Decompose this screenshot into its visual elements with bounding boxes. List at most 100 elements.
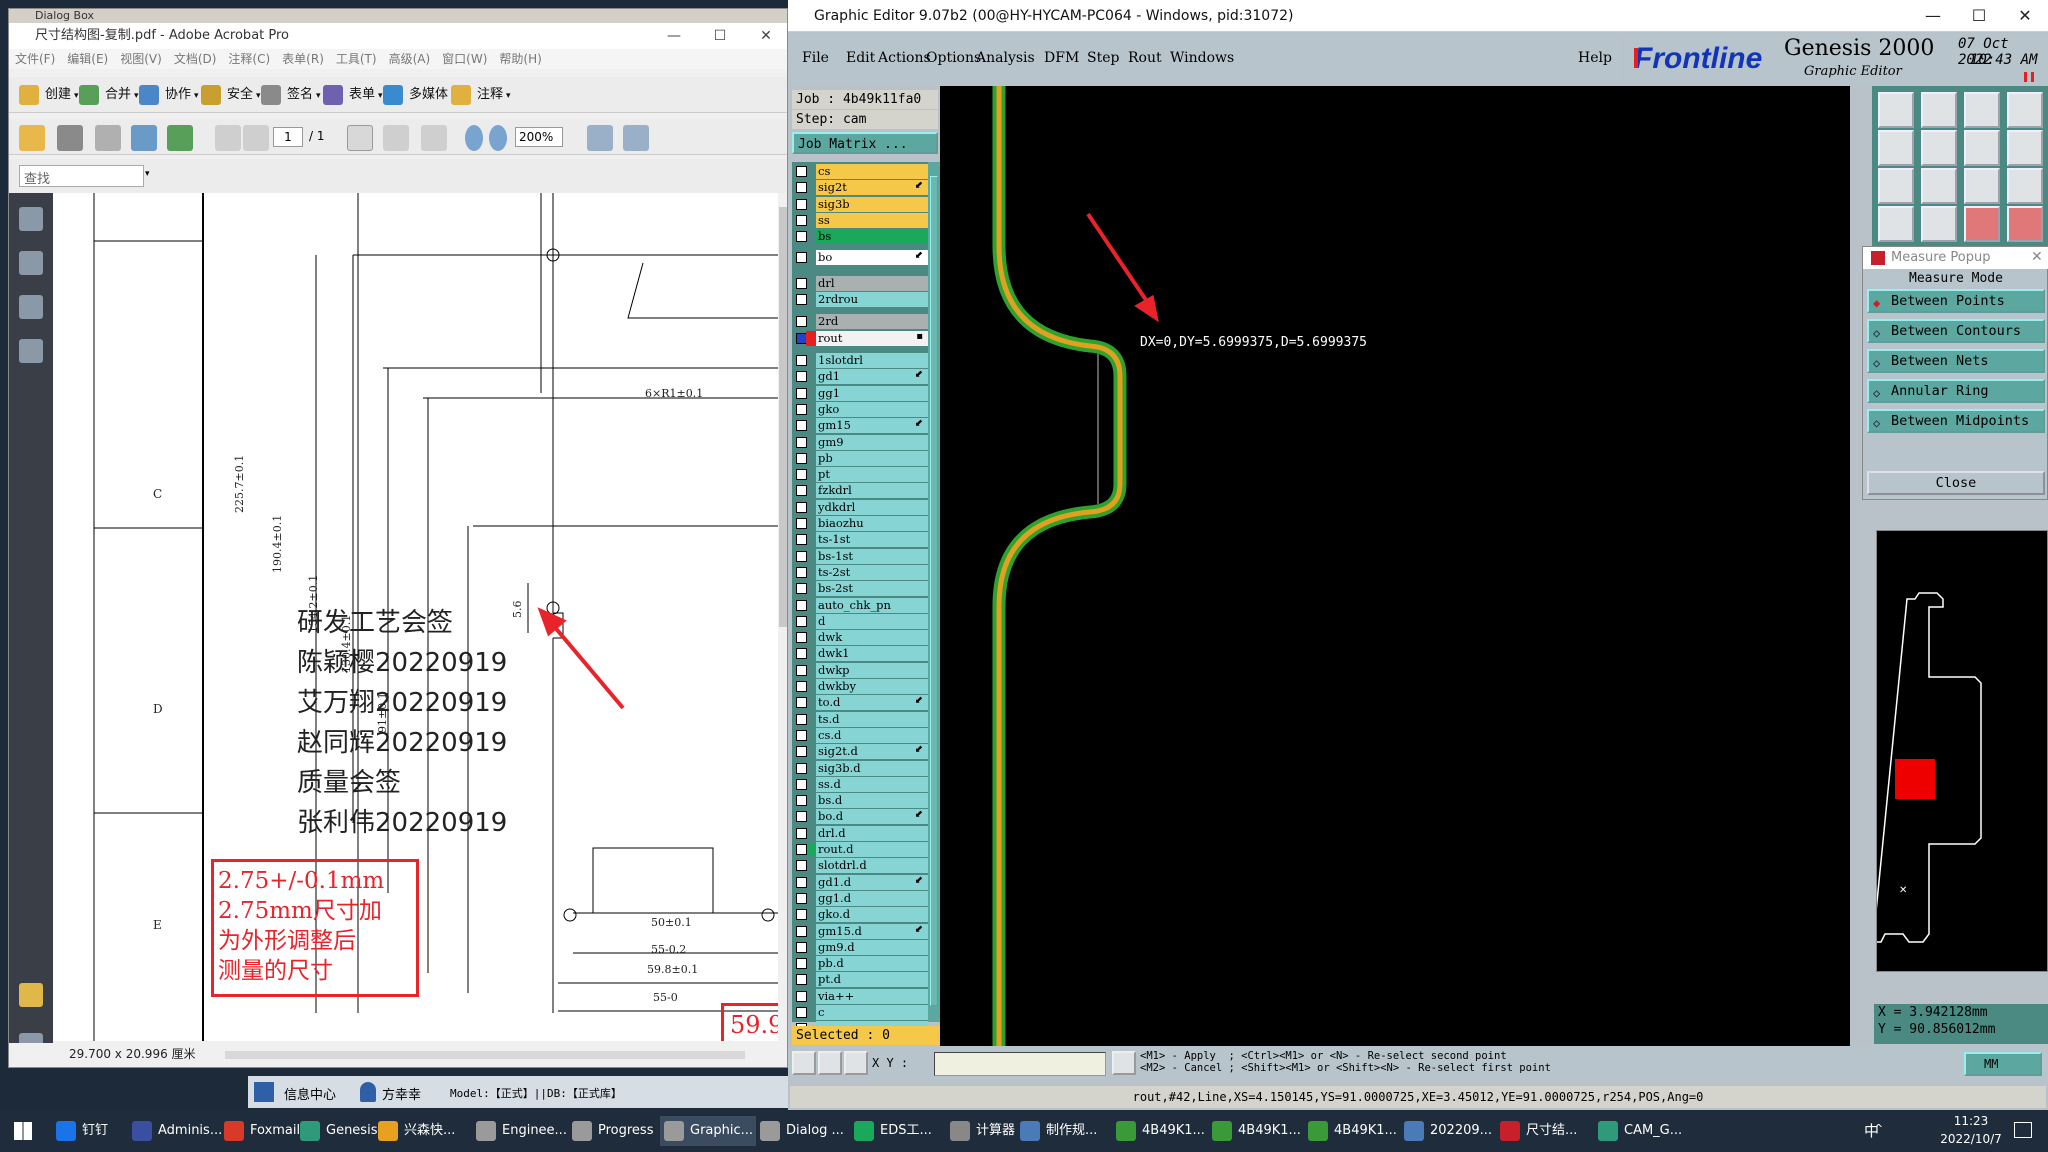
red-annotation-box[interactable]: 2.75+/-0.1mm 2.75mm尺寸加 为外形调整后 测量的尺寸	[211, 859, 419, 997]
layer-row-gm15[interactable]: gm15 ⬋	[792, 418, 928, 434]
toolbar-2-button[interactable]: 协作 ▾	[137, 83, 199, 107]
menu-item-6[interactable]: 工具(T)	[336, 52, 377, 66]
angle-icon[interactable]	[818, 1051, 842, 1075]
layer-checkbox[interactable]	[796, 566, 807, 578]
menu-item-7[interactable]: 高级(A)	[389, 52, 431, 66]
toolbar-7-button[interactable]: 注释 ▾	[449, 83, 511, 107]
rotate-icon[interactable]	[1878, 206, 1914, 242]
zoom-out-icon[interactable]	[465, 125, 483, 151]
zoom-back-icon[interactable]	[1964, 130, 2000, 166]
menu-item-2[interactable]: 视图(V)	[120, 52, 162, 66]
graphic-canvas[interactable]: DX=0,DY=5.6999375,D=5.6999375	[940, 86, 1850, 1046]
layer-checkbox[interactable]	[796, 371, 807, 383]
layer-row-drl[interactable]: drl	[792, 275, 928, 291]
taskbar-item-12[interactable]: 4B49K1...	[1112, 1116, 1208, 1146]
signatures-icon[interactable]	[19, 339, 43, 363]
layer-checkbox[interactable]	[796, 387, 807, 399]
layer-row-via++[interactable]: via++	[792, 988, 928, 1004]
layer-checkbox[interactable]	[796, 294, 807, 306]
taskbar-item-0[interactable]: 钉钉	[52, 1116, 128, 1146]
maximize-button[interactable]: ☐	[1956, 0, 2002, 32]
layer-row-ydkdrl[interactable]: ydkdrl	[792, 499, 928, 515]
comments-icon[interactable]	[19, 983, 43, 1007]
taskbar-item-7[interactable]: Graphic...	[660, 1116, 756, 1146]
menu-item-0[interactable]: 文件(F)	[15, 52, 55, 66]
open-icon[interactable]	[19, 125, 45, 151]
layer-row-slotdrl.d[interactable]: slotdrl.d	[792, 858, 928, 874]
inspect-icon[interactable]	[2007, 206, 2043, 242]
pause-icon[interactable]	[2024, 72, 2034, 82]
layer-row-cs.d[interactable]: cs.d	[792, 727, 928, 743]
fit-profile-icon[interactable]	[1878, 168, 1914, 204]
taskbar-item-10[interactable]: 计算器	[946, 1116, 1016, 1146]
layer-checkbox[interactable]	[796, 251, 807, 263]
layer-row-gm9.d[interactable]: gm9.d	[792, 939, 928, 955]
layer-checkbox[interactable]	[796, 198, 807, 210]
measure-tool-icon[interactable]	[1964, 206, 2000, 242]
taskbar-item-9[interactable]: EDS工...	[850, 1116, 946, 1146]
layer-checkbox[interactable]	[796, 316, 807, 328]
toolbar-4-button[interactable]: 签名 ▾	[259, 83, 321, 107]
pan-left-icon[interactable]	[1878, 130, 1914, 166]
menu-item-9[interactable]: 帮助(H)	[499, 52, 541, 66]
pan-right-icon[interactable]	[1921, 130, 1957, 166]
taskbar-item-8[interactable]: Dialog ...	[756, 1116, 850, 1146]
layer-checkbox[interactable]	[796, 214, 807, 226]
menu-item-3[interactable]: 文档(D)	[174, 52, 217, 66]
maximize-button[interactable]: ☐	[697, 23, 743, 49]
menu-item-8[interactable]: 窗口(W)	[442, 52, 487, 66]
measure-option-2[interactable]: ◇ Between Nets	[1867, 349, 2045, 373]
layer-checkbox[interactable]	[796, 892, 807, 904]
layer-checkbox[interactable]	[796, 420, 807, 432]
taskbar-item-16[interactable]: 尺寸结...	[1496, 1116, 1594, 1146]
taskbar-item-13[interactable]: 4B49K1...	[1208, 1116, 1304, 1146]
clock-time[interactable]: 11:23	[1932, 1114, 2010, 1128]
layer-row-ts.d[interactable]: ts.d	[792, 711, 928, 727]
layer-row-gd1[interactable]: gd1 ⬋	[792, 369, 928, 385]
measure-close-button[interactable]: Close	[1867, 471, 2045, 495]
layer-checkbox[interactable]	[796, 713, 807, 725]
zoom-input[interactable]: 200%	[515, 127, 563, 147]
layer-row-bs[interactable]: bs	[792, 229, 928, 245]
layer-checkbox[interactable]	[796, 403, 807, 415]
layer-row-cs[interactable]: cs	[792, 164, 928, 179]
layer-checkbox[interactable]	[796, 355, 807, 366]
bookmarks-icon[interactable]	[19, 251, 43, 275]
ime-indicator[interactable]: 中	[1864, 1120, 1879, 1141]
layer-row-gg1[interactable]: gg1	[792, 385, 928, 401]
layer-row-drl.d[interactable]: drl.d	[792, 825, 928, 841]
menu-step[interactable]: Step	[1087, 50, 1119, 66]
layer-checkbox[interactable]	[796, 909, 807, 921]
measure-option-3[interactable]: ◇ Annular Ring	[1867, 379, 2045, 403]
menu-actions[interactable]: Actions	[878, 50, 931, 66]
layer-checkbox[interactable]	[796, 182, 807, 194]
taskbar-item-2[interactable]: Foxmail	[220, 1116, 300, 1146]
layer-checkbox[interactable]	[796, 550, 807, 562]
menu-dfm[interactable]: DFM	[1044, 50, 1079, 66]
page-number-input[interactable]: 1	[273, 127, 303, 147]
taskbar-item-3[interactable]: Genesis	[296, 1116, 377, 1146]
layer-checkbox[interactable]	[796, 746, 807, 758]
zoom-in-tool-icon[interactable]	[1921, 92, 1957, 128]
menu-item-5[interactable]: 表单(R)	[282, 52, 324, 66]
layer-row-2rdrou[interactable]: 2rdrou	[792, 292, 928, 308]
measure-option-1[interactable]: ◇ Between Contours	[1867, 319, 2045, 343]
layer-checkbox[interactable]	[796, 681, 807, 692]
red-value-box[interactable]: 59.9	[721, 1003, 778, 1041]
layer-row-pb[interactable]: pb	[792, 450, 928, 466]
layer-row-rout[interactable]: rout ▪	[792, 330, 928, 346]
taskbar-item-5[interactable]: Enginee...	[472, 1116, 568, 1146]
pages-icon[interactable]	[19, 207, 43, 231]
layer-row-pt[interactable]: pt	[792, 467, 928, 483]
zoom-in-icon[interactable]	[489, 125, 507, 151]
layer-row-gm15.d[interactable]: gm15.d ⬋	[792, 923, 928, 939]
find-dropdown-icon[interactable]: ▾	[145, 169, 150, 179]
menu-help[interactable]: Help	[1578, 50, 1612, 66]
layer-row-biaozhu[interactable]: biaozhu	[792, 516, 928, 531]
layer-row-1slotdrl[interactable]: 1slotdrl	[792, 353, 928, 368]
layers-icon[interactable]	[19, 295, 43, 319]
layer-checkbox[interactable]	[796, 648, 807, 660]
layer-row-ts-1st[interactable]: ts-1st	[792, 532, 928, 548]
units-selector[interactable]: MM	[1964, 1052, 2042, 1076]
close-button[interactable]: ✕	[2002, 0, 2048, 32]
